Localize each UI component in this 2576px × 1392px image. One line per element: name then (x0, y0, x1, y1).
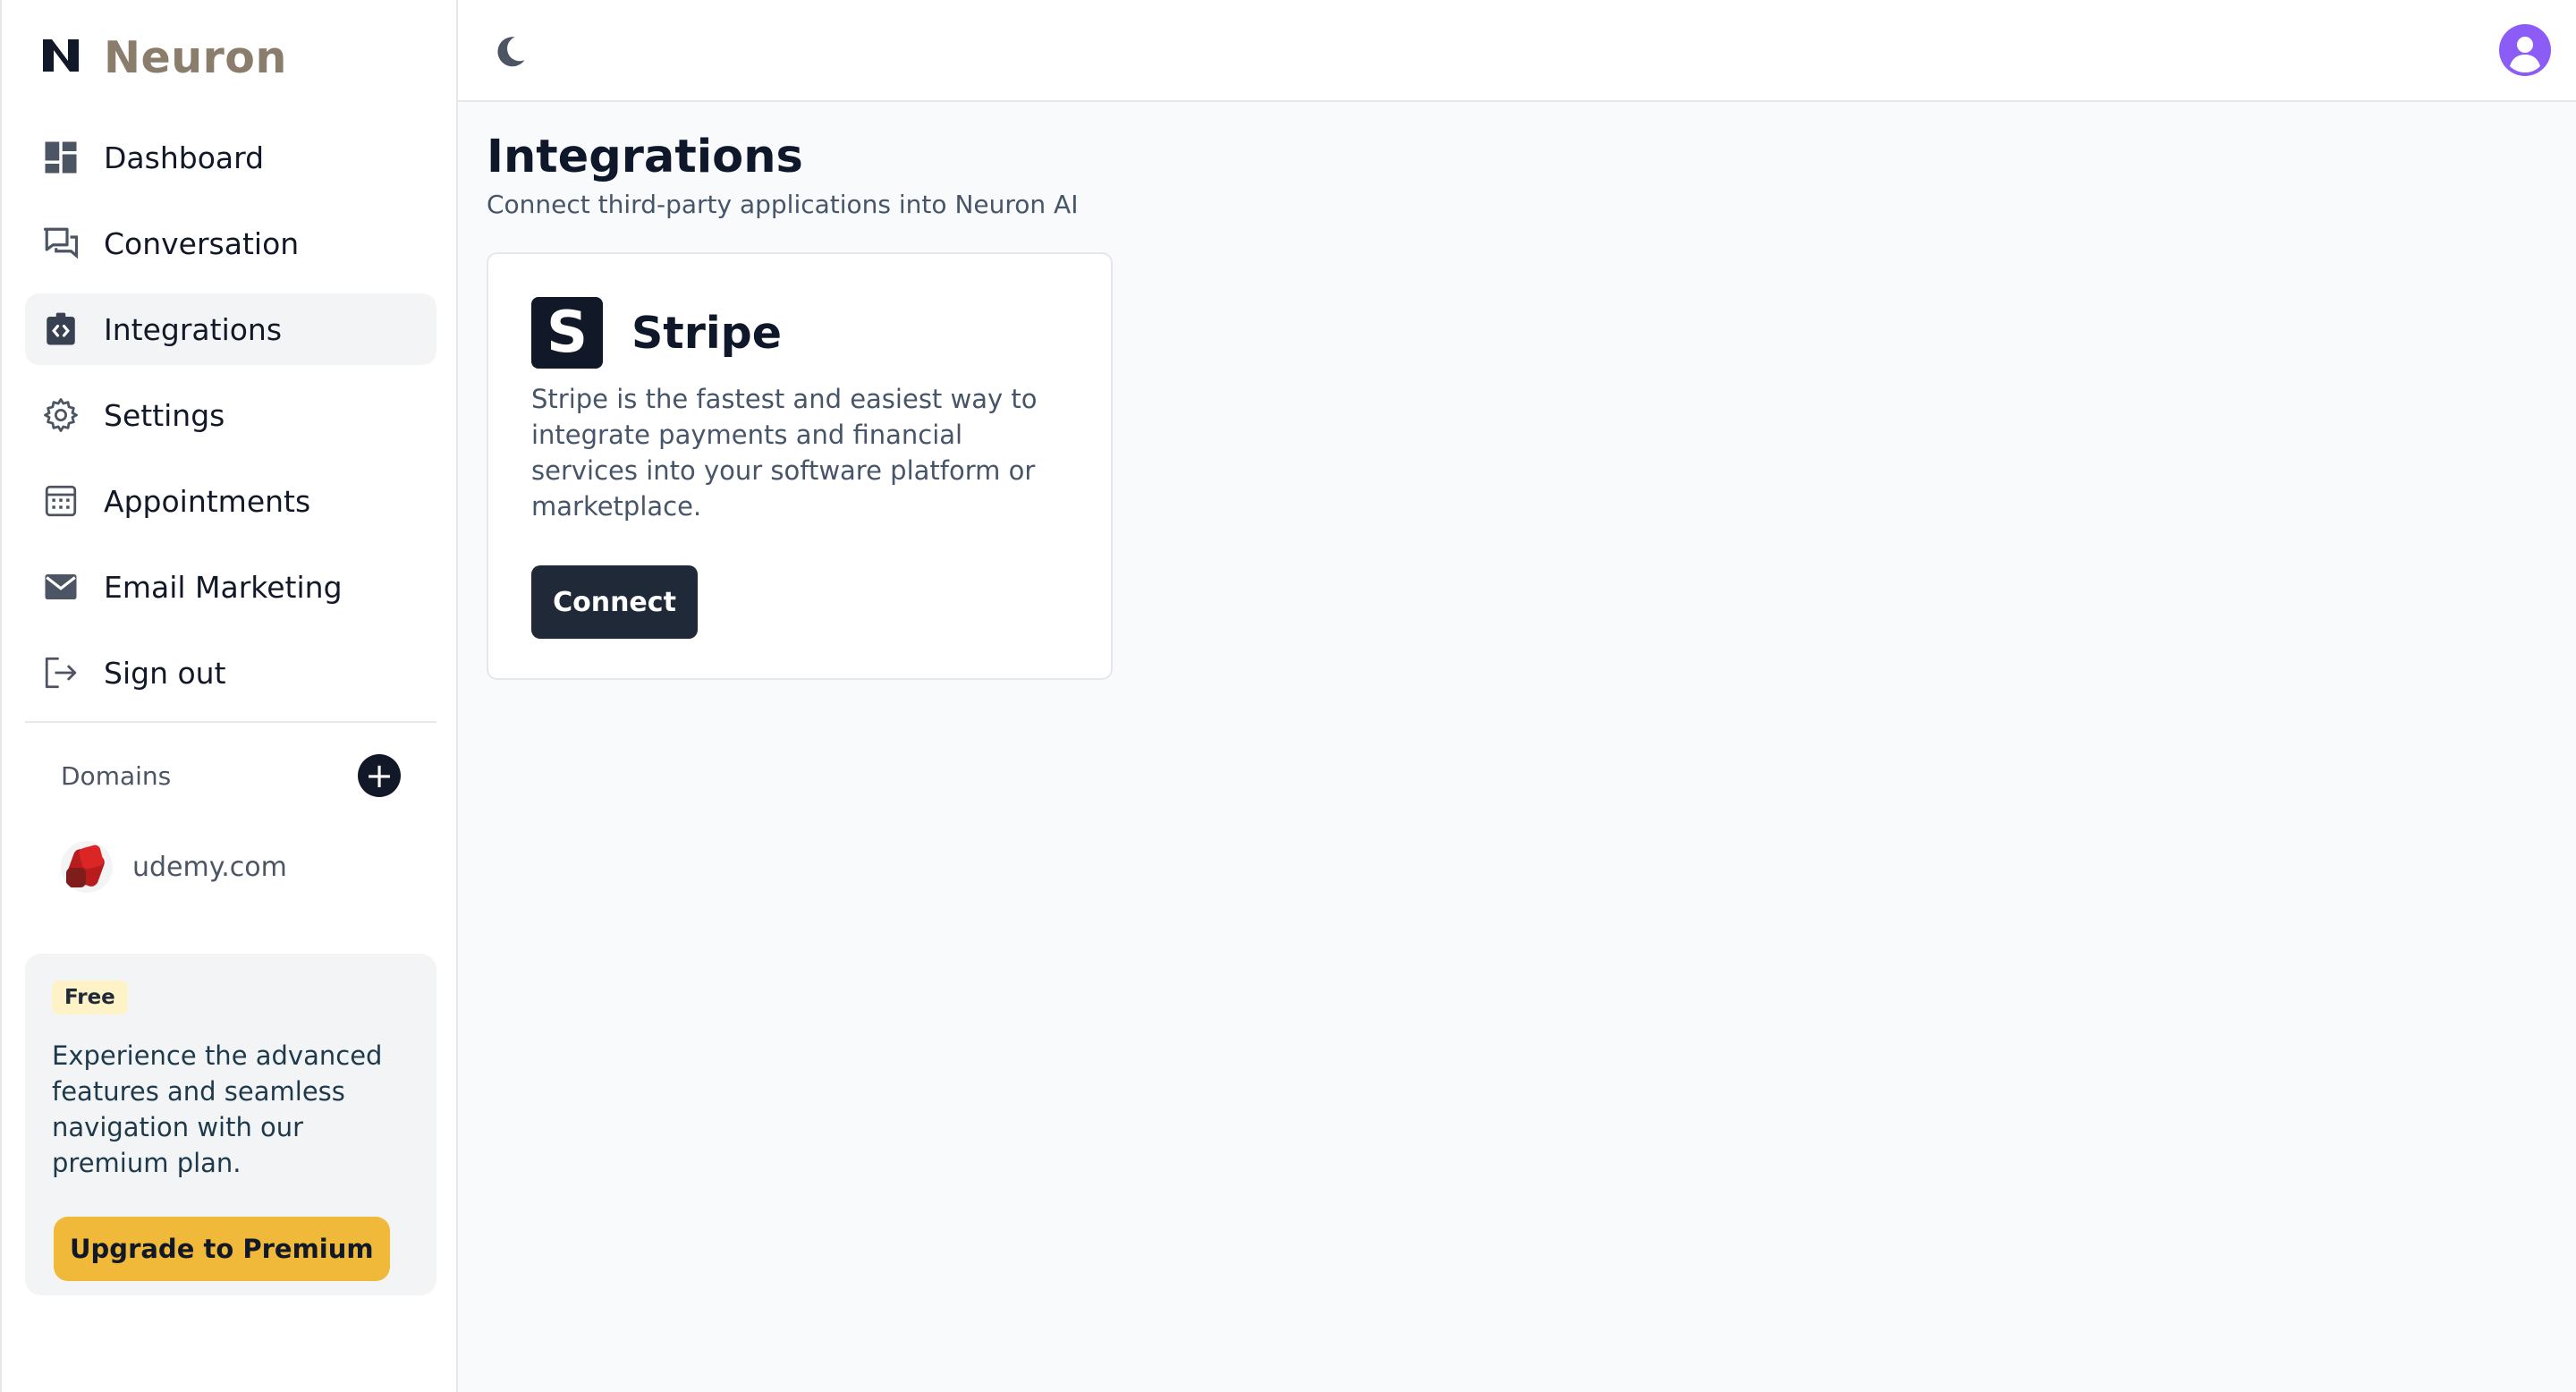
domain-name: udemy.com (132, 851, 287, 883)
add-domain-button[interactable]: + (358, 754, 401, 797)
sidebar-item-label: Email Marketing (104, 569, 343, 605)
calendar-icon (41, 481, 80, 521)
sign-out-icon (41, 653, 80, 692)
mail-icon (41, 567, 80, 607)
promo-text: Experience the advanced features and sea… (52, 1040, 383, 1178)
moon-icon[interactable] (490, 32, 530, 72)
domains-header: Domains + (61, 753, 401, 798)
premium-promo-card: Free Experience the advanced features an… (25, 954, 436, 1295)
sidebar-item-integrations[interactable]: Integrations (25, 293, 436, 365)
dashboard-icon (41, 138, 80, 177)
sidebar: Neuron Dashboard Conversation Integratio… (0, 0, 458, 1392)
domain-avatar (61, 841, 113, 893)
app-root: Neuron Dashboard Conversation Integratio… (0, 0, 2576, 1392)
sidebar-item-settings[interactable]: Settings (25, 379, 436, 451)
upgrade-premium-button[interactable]: Upgrade to Premium (54, 1217, 390, 1281)
integrations-icon (41, 310, 80, 349)
neuron-logo-icon (41, 38, 82, 77)
sidebar-item-email-marketing[interactable]: Email Marketing (25, 551, 436, 623)
user-avatar-icon[interactable] (2499, 24, 2551, 76)
sidebar-item-label: Sign out (104, 655, 226, 691)
main-content: Integrations Connect third-party applica… (458, 102, 2576, 1392)
page-title: Integrations (487, 131, 803, 183)
integration-card-stripe: S Stripe Stripe is the fastest and easie… (487, 252, 1113, 680)
brand-name: Neuron (104, 31, 287, 83)
sidebar-item-label: Appointments (104, 483, 311, 519)
integration-description: Stripe is the fastest and easiest way to… (531, 384, 1038, 522)
domains-title: Domains (61, 760, 172, 791)
sidebar-item-conversation[interactable]: Conversation (25, 208, 436, 279)
topbar (458, 0, 2576, 102)
sidebar-item-label: Conversation (104, 225, 300, 261)
stripe-logo-icon: S (531, 297, 603, 369)
sidebar-divider (25, 721, 436, 723)
gear-icon (41, 395, 80, 435)
chat-icon (41, 224, 80, 263)
sidebar-item-sign-out[interactable]: Sign out (25, 637, 436, 709)
page-subtitle: Connect third-party applications into Ne… (487, 190, 1079, 219)
brand[interactable]: Neuron (41, 30, 287, 84)
sidebar-item-dashboard[interactable]: Dashboard (25, 122, 436, 193)
integration-title: Stripe (631, 308, 782, 359)
domain-item[interactable]: udemy.com (61, 839, 287, 895)
plan-badge: Free (52, 980, 128, 1014)
sidebar-nav: Dashboard Conversation Integrations Sett… (25, 122, 436, 723)
sidebar-item-label: Integrations (104, 311, 283, 347)
connect-button[interactable]: Connect (531, 565, 698, 639)
sidebar-item-label: Settings (104, 397, 225, 433)
plus-icon: + (365, 756, 394, 795)
sidebar-item-label: Dashboard (104, 140, 265, 175)
sidebar-item-appointments[interactable]: Appointments (25, 465, 436, 537)
